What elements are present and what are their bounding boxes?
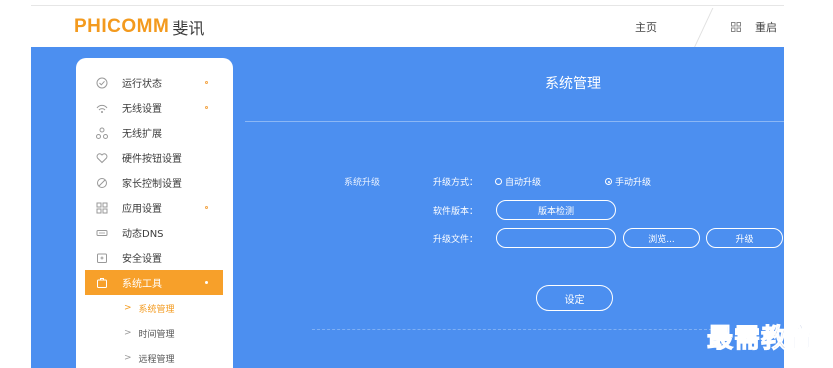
section-label: 系统升级 bbox=[344, 178, 381, 188]
expand-dot-icon bbox=[205, 281, 208, 284]
logo-text-chinese: 斐讯 bbox=[172, 19, 205, 38]
upgrade-file-input[interactable] bbox=[496, 228, 616, 248]
reboot-link[interactable]: 重启 bbox=[755, 19, 777, 35]
chevron-right-icon: > bbox=[124, 303, 132, 313]
sidebar-subitem-label: 时间管理 bbox=[138, 329, 175, 340]
chevron-right-icon: > bbox=[124, 353, 132, 363]
logo-text-latin: PHICOMM bbox=[74, 16, 170, 37]
sidebar-item-wireless[interactable]: 无线设置 bbox=[76, 95, 233, 120]
software-version-label: 软件版本： bbox=[433, 207, 479, 217]
network-extend-icon bbox=[96, 127, 108, 139]
sidebar-item-label: 家长控制设置 bbox=[122, 179, 182, 190]
set-button[interactable]: 设定 bbox=[536, 285, 613, 311]
header-divider bbox=[693, 8, 714, 48]
sidebar-item-label: 动态DNS bbox=[122, 229, 164, 240]
chevron-right-icon: > bbox=[124, 328, 132, 338]
browse-button[interactable]: 浏览... bbox=[623, 228, 700, 248]
phicomm-logo: PHICOMM 斐讯 bbox=[74, 15, 204, 39]
sidebar-item-status[interactable]: 运行状态 bbox=[76, 70, 233, 95]
auto-upgrade-radio[interactable]: 自动升级 bbox=[495, 175, 541, 188]
upgrade-button[interactable]: 升级 bbox=[706, 228, 783, 248]
sidebar-item-label: 安全设置 bbox=[122, 254, 162, 265]
sidebar-subitem-remote-management[interactable]: > 远程管理 bbox=[124, 348, 175, 368]
sidebar-item-ddns[interactable]: 动态DNS bbox=[76, 220, 233, 245]
expand-dot-icon bbox=[205, 81, 208, 84]
sidebar-item-label: 运行状态 bbox=[122, 79, 162, 90]
upgrade-mode-label: 升级方式： bbox=[433, 178, 479, 188]
top-header: PHICOMM 斐讯 主页 重启 bbox=[31, 5, 784, 48]
sidebar-item-parental-control[interactable]: 家长控制设置 bbox=[76, 170, 233, 195]
bottom-divider bbox=[312, 329, 712, 330]
apps-grid-icon bbox=[96, 202, 108, 213]
sidebar-subitem-time-management[interactable]: > 时间管理 bbox=[124, 323, 175, 343]
sidebar-item-label: 无线设置 bbox=[122, 104, 162, 115]
toolbox-icon bbox=[97, 277, 107, 288]
heart-icon bbox=[96, 152, 108, 163]
title-divider bbox=[245, 121, 784, 122]
sidebar: 运行状态 无线设置 无线扩展 硬件按钮设置 家长控制设置 应用设置 动态DNS bbox=[76, 58, 233, 368]
upgrade-file-label: 升级文件： bbox=[433, 235, 479, 245]
sidebar-item-label: 无线扩展 bbox=[122, 129, 162, 140]
sidebar-item-system-tools[interactable]: 系统工具 bbox=[85, 270, 223, 295]
radio-checked-icon bbox=[605, 178, 612, 185]
sidebar-item-apps[interactable]: 应用设置 bbox=[76, 195, 233, 220]
sidebar-item-security[interactable]: 安全设置 bbox=[76, 245, 233, 270]
security-icon bbox=[97, 253, 107, 263]
status-icon bbox=[96, 77, 108, 88]
sidebar-item-hardware-button[interactable]: 硬件按钮设置 bbox=[76, 145, 233, 170]
sidebar-subitem-label: 系统管理 bbox=[138, 304, 175, 315]
wifi-icon bbox=[96, 104, 108, 113]
home-link[interactable]: 主页 bbox=[635, 19, 657, 35]
page-title: 系统管理 bbox=[545, 76, 601, 92]
sidebar-item-wireless-extend[interactable]: 无线扩展 bbox=[76, 120, 233, 145]
expand-dot-icon bbox=[205, 106, 208, 109]
expand-dot-icon bbox=[205, 206, 208, 209]
dns-icon bbox=[96, 229, 108, 236]
watermark-text: 最需教育 bbox=[706, 324, 816, 355]
sidebar-item-label: 硬件按钮设置 bbox=[122, 154, 182, 165]
sidebar-subitem-system-management[interactable]: > 系统管理 bbox=[124, 298, 175, 318]
manual-upgrade-label: 手动升级 bbox=[615, 178, 652, 188]
router-admin-page: PHICOMM 斐讯 主页 重启 运行状态 无线设置 无线扩展 硬件按钮设置 家… bbox=[0, 0, 833, 368]
sidebar-item-label: 系统工具 bbox=[122, 279, 162, 290]
manual-upgrade-radio[interactable]: 手动升级 bbox=[605, 175, 651, 188]
parental-control-icon bbox=[97, 177, 107, 188]
sidebar-subitem-label: 远程管理 bbox=[138, 354, 175, 365]
sidebar-item-label: 应用设置 bbox=[122, 204, 162, 215]
version-check-button[interactable]: 版本检测 bbox=[496, 200, 616, 220]
auto-upgrade-label: 自动升级 bbox=[505, 178, 542, 188]
reboot-icon[interactable] bbox=[731, 22, 741, 32]
radio-unchecked-icon bbox=[495, 178, 502, 185]
